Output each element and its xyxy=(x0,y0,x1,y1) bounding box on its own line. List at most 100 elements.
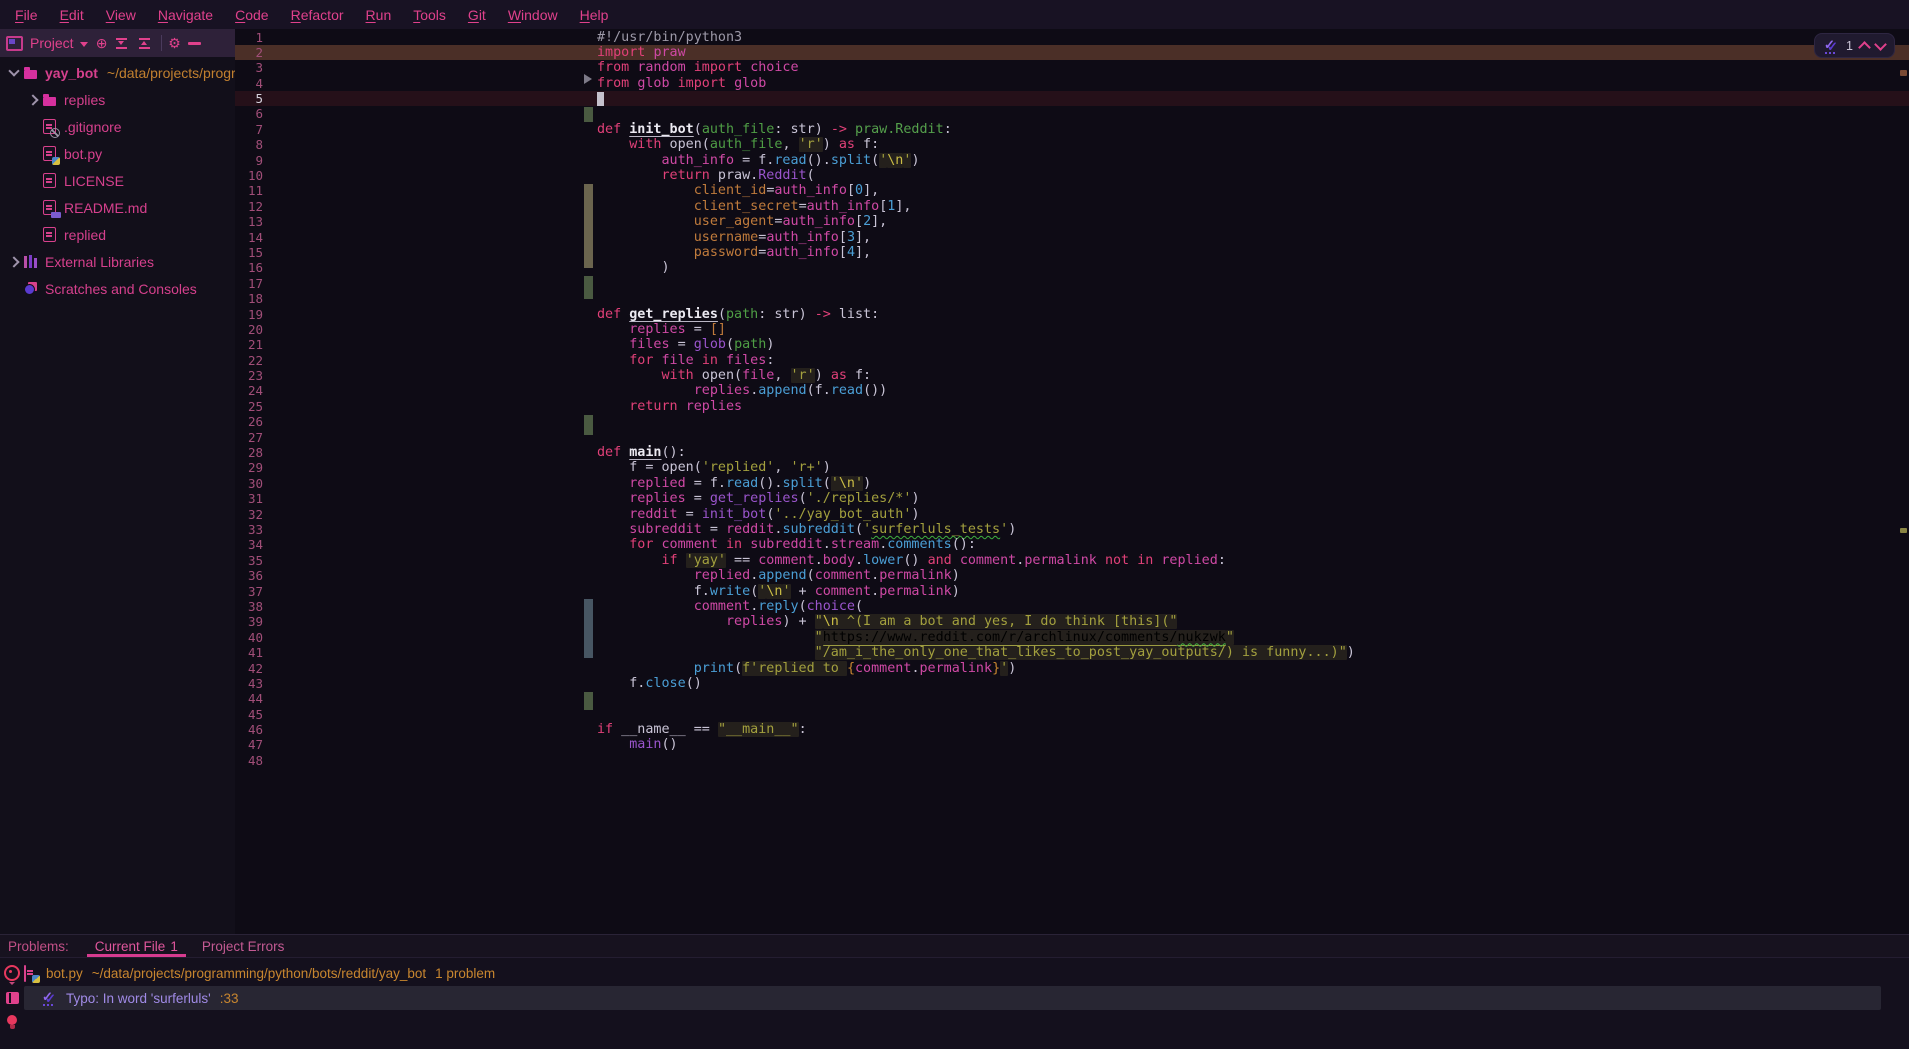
line-number[interactable]: 35 xyxy=(235,553,263,568)
code-line-36[interactable]: 36 replied.append(comment.permalink) xyxy=(235,568,1909,583)
line-number[interactable]: 47 xyxy=(235,737,263,752)
menu-view[interactable]: View xyxy=(95,7,147,23)
code-line-13[interactable]: 13 user_agent=auth_info[2], xyxy=(235,214,1909,229)
code-line-46[interactable]: 46if __name__ == "__main__": xyxy=(235,722,1909,737)
line-number[interactable]: 44 xyxy=(235,691,263,706)
code-line-35[interactable]: 35 if 'yay' == comment.body.lower() and … xyxy=(235,553,1909,568)
code-line-3[interactable]: 3from random import choice xyxy=(235,60,1909,75)
line-number[interactable]: 10 xyxy=(235,168,263,183)
menu-run[interactable]: Run xyxy=(355,7,403,23)
line-number[interactable]: 2 xyxy=(235,45,263,60)
code-line-34[interactable]: 34 for comment in subreddit.stream.comme… xyxy=(235,537,1909,552)
line-number[interactable]: 12 xyxy=(235,199,263,214)
sidebar-item-license[interactable]: LICENSE xyxy=(0,167,235,194)
error-stripe-mark[interactable] xyxy=(1900,70,1907,76)
code-line-43[interactable]: 43 f.close() xyxy=(235,676,1909,691)
line-number[interactable]: 7 xyxy=(235,122,263,137)
menu-navigate[interactable]: Navigate xyxy=(147,7,224,23)
code-line-1[interactable]: 1#!/usr/bin/python3 xyxy=(235,30,1909,45)
line-number[interactable]: 25 xyxy=(235,399,263,414)
line-number[interactable]: 17 xyxy=(235,276,263,291)
sidebar-item-scratches-and-consoles[interactable]: Scratches and Consoles xyxy=(0,275,235,302)
line-number[interactable]: 8 xyxy=(235,137,263,152)
sidebar-item-replied[interactable]: replied xyxy=(0,221,235,248)
code-line-45[interactable]: 45 xyxy=(235,707,1909,722)
code-line-12[interactable]: 12 client_secret=auth_info[1], xyxy=(235,199,1909,214)
sidebar-item-bot-py[interactable]: bot.py xyxy=(0,140,235,167)
sidebar-item-yay-bot[interactable]: yay_bot~/data/projects/progr xyxy=(0,59,235,86)
code-line-21[interactable]: 21 files = glob(path) xyxy=(235,337,1909,352)
code-line-26[interactable]: 26 xyxy=(235,414,1909,429)
code-line-19[interactable]: 19def get_replies(path: str) -> list: xyxy=(235,307,1909,322)
line-number[interactable]: 6 xyxy=(235,106,263,121)
code-line-7[interactable]: 7def init_bot(auth_file: str) -> praw.Re… xyxy=(235,122,1909,137)
code-line-24[interactable]: 24 replies.append(f.read()) xyxy=(235,383,1909,398)
line-number[interactable]: 13 xyxy=(235,214,263,229)
collapse-all-icon[interactable] xyxy=(137,37,152,50)
line-number[interactable]: 4 xyxy=(235,76,263,91)
code-line-15[interactable]: 15 password=auth_info[4], xyxy=(235,245,1909,260)
line-number[interactable]: 46 xyxy=(235,722,263,737)
code-line-33[interactable]: 33 subreddit = reddit.subreddit('surferl… xyxy=(235,522,1909,537)
line-number[interactable]: 32 xyxy=(235,507,263,522)
code-line-41[interactable]: 41 "/am_i_the_only_one_that_likes_to_pos… xyxy=(235,645,1909,660)
code-line-5[interactable]: 5 xyxy=(235,91,1909,106)
project-panel-title[interactable]: Project xyxy=(30,35,74,51)
code-line-2[interactable]: 2import praw xyxy=(235,45,1909,60)
code-line-40[interactable]: 40 "https://www.reddit.com/r/archlinux/c… xyxy=(235,630,1909,645)
expand-all-icon[interactable] xyxy=(114,37,129,50)
editor[interactable]: 1#!/usr/bin/python32import praw3from ran… xyxy=(235,29,1909,935)
code-line-32[interactable]: 32 reddit = init_bot('../yay_bot_auth') xyxy=(235,507,1909,522)
code-line-28[interactable]: 28def main(): xyxy=(235,445,1909,460)
line-number[interactable]: 34 xyxy=(235,537,263,552)
menu-refactor[interactable]: Refactor xyxy=(280,7,355,23)
line-number[interactable]: 45 xyxy=(235,707,263,722)
line-number[interactable]: 14 xyxy=(235,230,263,245)
line-number[interactable]: 48 xyxy=(235,753,263,768)
menu-git[interactable]: Git xyxy=(457,7,497,23)
sidebar-item-readme-md[interactable]: README.md xyxy=(0,194,235,221)
menu-window[interactable]: Window xyxy=(497,7,569,23)
chevron-slot[interactable] xyxy=(24,96,41,104)
code-line-27[interactable]: 27 xyxy=(235,430,1909,445)
line-number[interactable]: 3 xyxy=(235,60,263,75)
menu-file[interactable]: File xyxy=(4,7,49,23)
code-line-47[interactable]: 47 main() xyxy=(235,737,1909,752)
line-number[interactable]: 24 xyxy=(235,383,263,398)
line-number[interactable]: 20 xyxy=(235,322,263,337)
lightbulb-icon[interactable] xyxy=(7,1015,17,1025)
sidebar-item--gitignore[interactable]: .gitignore xyxy=(0,113,235,140)
code-line-11[interactable]: 11 client_id=auth_info[0], xyxy=(235,183,1909,198)
menu-code[interactable]: Code xyxy=(224,7,279,23)
line-number[interactable]: 40 xyxy=(235,630,263,645)
line-number[interactable]: 15 xyxy=(235,245,263,260)
code-line-48[interactable]: 48 xyxy=(235,753,1909,768)
code-line-22[interactable]: 22 for file in files: xyxy=(235,353,1909,368)
code-line-20[interactable]: 20 replies = [] xyxy=(235,322,1909,337)
line-number[interactable]: 39 xyxy=(235,614,263,629)
problem-item-row[interactable]: ✓✓ Typo: In word 'surferluls' :33 xyxy=(24,986,1881,1010)
tab-project-errors[interactable]: Project Errors xyxy=(190,935,297,957)
code-line-37[interactable]: 37 f.write('\n' + comment.permalink) xyxy=(235,584,1909,599)
code-line-42[interactable]: 42 print(f'replied to {comment.permalink… xyxy=(235,661,1909,676)
code-line-8[interactable]: 8 with open(auth_file, 'r') as f: xyxy=(235,137,1909,152)
locate-icon[interactable]: ⊕ xyxy=(94,37,110,50)
tab-current-file[interactable]: Current File 1 xyxy=(83,935,190,957)
line-number[interactable]: 11 xyxy=(235,183,263,198)
code-line-25[interactable]: 25 return replies xyxy=(235,399,1909,414)
line-number[interactable]: 33 xyxy=(235,522,263,537)
hide-panel-icon[interactable] xyxy=(188,42,201,45)
chevron-down-icon[interactable] xyxy=(80,42,88,47)
code-line-38[interactable]: 38 comment.reply(choice( xyxy=(235,599,1909,614)
line-number[interactable]: 21 xyxy=(235,337,263,352)
gear-icon[interactable]: ⚙ xyxy=(167,37,183,50)
line-number[interactable]: 37 xyxy=(235,584,263,599)
filter-icon[interactable] xyxy=(4,965,20,981)
code-line-39[interactable]: 39 replies) + "\n ^(I am a bot and yes, … xyxy=(235,614,1909,629)
code-line-4[interactable]: 4from glob import glob xyxy=(235,76,1909,91)
problems-file-row[interactable]: bot.py ~/data/projects/programming/pytho… xyxy=(24,962,495,984)
inspection-widget[interactable]: ✓✓ 1 xyxy=(1814,33,1895,58)
code-line-6[interactable]: 6 xyxy=(235,106,1909,121)
code-line-18[interactable]: 18 xyxy=(235,291,1909,306)
line-number[interactable]: 30 xyxy=(235,476,263,491)
